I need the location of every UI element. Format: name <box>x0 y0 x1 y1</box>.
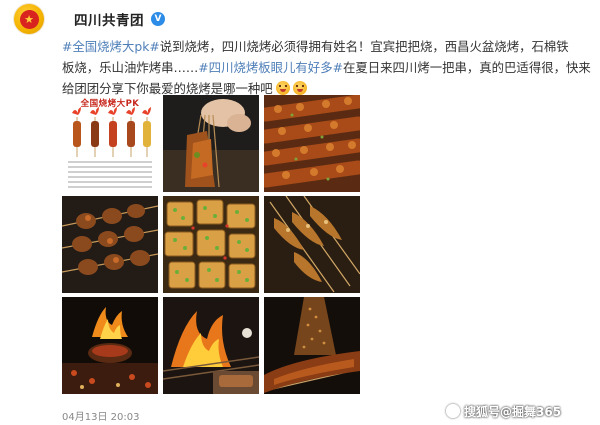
seasoning-sprinkle-image <box>264 297 360 394</box>
post-text-segment: 给团团分享下你最爱的烧烤是哪一种吧 <box>62 81 273 96</box>
infographic-title: 全国烧烤大PK <box>80 99 140 109</box>
photo-bbq-infographic[interactable]: 全国烧烤大PK <box>62 95 158 192</box>
photo-grilled-fish-skewers[interactable] <box>264 196 360 293</box>
watermark-text: 搜狐号@掘舞365 <box>464 404 562 419</box>
post-text-segment: 在夏日来四川烤一把串，真的巴适得很，快来 <box>342 60 591 75</box>
photo-grilled-tofu[interactable] <box>163 196 259 293</box>
flame-grill-image <box>163 297 259 394</box>
infographic-skewers-image <box>68 107 152 188</box>
sohu-watermark: 搜狐号@掘舞365 <box>446 401 561 421</box>
grilled-tofu-image <box>163 196 259 293</box>
hand-skewers-image <box>163 95 259 192</box>
meat-skewers-image <box>62 196 158 293</box>
post-text: #全国烧烤大pk#说到烧烤，四川烧烤必须得拥有姓名！宜宾把把烧，西昌火盆烧烤，石… <box>62 36 592 99</box>
skewer-rows-image <box>264 95 360 192</box>
fire-pot-image <box>62 297 158 394</box>
weibo-post-card: 四川共青团 V #全国烧烤大pk#说到烧烤，四川烧烤必须得拥有姓名！宜宾把把烧，… <box>0 0 600 425</box>
post-timestamp[interactable]: 04月13日 20:03 <box>62 408 139 423</box>
youth-league-emblem-icon <box>19 9 39 29</box>
post-text-segment: 说到烧烤，四川烧烤必须得拥有姓名！宜宾把把烧，西昌火盆烧烤，石棉铁 <box>159 39 569 54</box>
smile-emoji-icon <box>292 81 307 95</box>
photo-meat-skewers[interactable] <box>62 196 158 293</box>
photo-fire-pot[interactable] <box>62 297 158 394</box>
grilled-fish-image <box>264 196 360 293</box>
post-header: 四川共青团 V <box>14 4 165 34</box>
photo-skewer-rows[interactable] <box>264 95 360 192</box>
smile-emoji-icon <box>275 81 290 95</box>
sohu-logo-icon <box>446 404 460 418</box>
account-name[interactable]: 四川共青团 <box>74 9 144 29</box>
photo-hand-skewers[interactable] <box>163 95 259 192</box>
hashtag-link-national-bbq[interactable]: #全国烧烤大pk# <box>62 39 160 54</box>
hashtag-link-sichuan-bbq[interactable]: #四川烧烤板眼儿有好多# <box>198 60 343 75</box>
photo-flame-grill[interactable] <box>163 297 259 394</box>
photo-seasoning-sprinkle[interactable] <box>264 297 360 394</box>
avatar[interactable] <box>14 4 44 34</box>
verified-badge-icon: V <box>151 12 165 26</box>
photo-grid: 全国烧烤大PK <box>62 95 360 395</box>
post-text-segment: 板烧，乐山油炸烤串…… <box>62 60 199 75</box>
post-line-1: #全国烧烤大pk#说到烧烤，四川烧烤必须得拥有姓名！宜宾把把烧，西昌火盆烧烤，石… <box>62 36 592 57</box>
post-line-2: 板烧，乐山油炸烤串……#四川烧烤板眼儿有好多#在夏日来四川烤一把串，真的巴适得很… <box>62 57 592 78</box>
